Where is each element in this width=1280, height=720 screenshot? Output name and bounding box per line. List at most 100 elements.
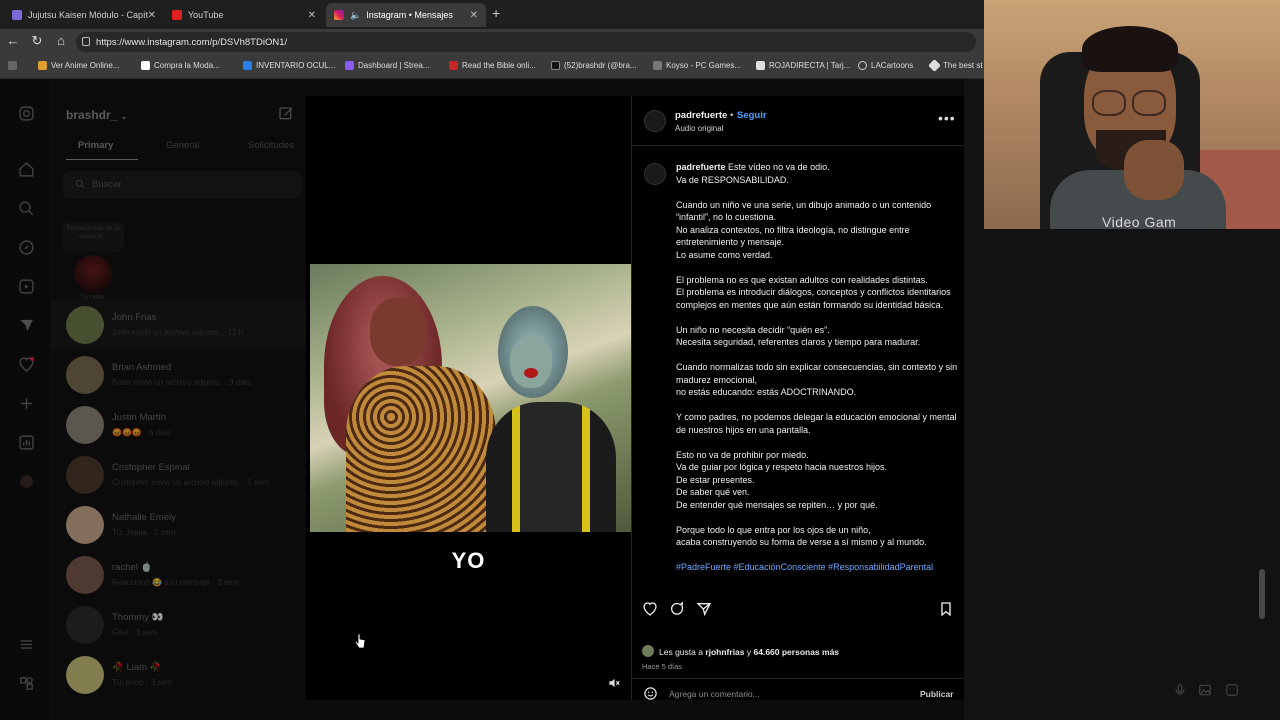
bookmark-item[interactable]: ROJADIRECTA | Tarj... — [756, 61, 850, 70]
close-tab-icon[interactable]: ✕ — [148, 10, 156, 21]
caption-line: Lo asume como verdad. — [676, 249, 773, 260]
bookmarks-menu-icon[interactable] — [8, 61, 21, 70]
webcam-person-hand — [1124, 140, 1184, 200]
video-caption: YO — [451, 548, 486, 573]
caption-line: El problema no es que existan adultos co… — [676, 274, 928, 285]
bookmark-item[interactable]: Read the Bible onli... — [449, 61, 536, 70]
more-options-icon[interactable]: ••• — [938, 110, 956, 126]
caption-line: no estás educando: estás ADOCTRINANDO. — [676, 387, 857, 397]
image-icon[interactable] — [1198, 683, 1212, 697]
avatar[interactable] — [644, 110, 666, 132]
tab-title: Instagram • Mensajes — [366, 10, 453, 20]
comment-input[interactable]: Agrega un comentario... — [669, 689, 760, 699]
bookmark-item[interactable]: (52)brashdr (@bra... — [551, 61, 637, 70]
caption-line: Porque todo lo que entra por los ojos de… — [676, 524, 871, 535]
bookmark-item[interactable]: The best st — [928, 59, 983, 72]
webcam-overlay: Video Gam — [984, 0, 1280, 229]
likes-summary[interactable]: Les gusta a rjohnfrias y 64.660 personas… — [659, 647, 839, 657]
globe-icon — [858, 61, 867, 70]
hand-cursor-icon — [354, 633, 366, 649]
caption-author[interactable]: padrefuerte — [676, 162, 726, 172]
bookmark-label: Read the Bible onli... — [462, 61, 536, 70]
bookmark-label: Compra la Moda... — [154, 61, 220, 70]
mute-icon[interactable] — [607, 676, 621, 690]
bookmarks-bar: Ver Anime Online... Compra la Moda... IN… — [0, 55, 984, 79]
shirt-text: Video Gam — [1102, 214, 1177, 229]
post-actions — [632, 597, 965, 621]
save-icon[interactable] — [938, 601, 954, 617]
character-mouth — [524, 368, 538, 378]
avatar[interactable] — [644, 163, 666, 185]
post-timestamp[interactable]: Hace 5 días — [642, 662, 682, 671]
tiktok-icon — [551, 61, 560, 70]
bookmark-item[interactable]: Ver Anime Online... — [38, 61, 119, 70]
post-author[interactable]: padrefuerte — [675, 110, 727, 121]
bookmark-favicon-icon — [345, 61, 354, 70]
tab-instagram[interactable]: 🔈 Instagram • Mensajes ✕ — [326, 3, 486, 27]
divider — [632, 145, 965, 146]
avatar[interactable] — [642, 645, 654, 657]
tab-jujutsu[interactable]: Jujutsu Kaisen Módulo - Capítulo ✕ — [4, 3, 164, 27]
divider — [632, 678, 965, 679]
like-icon[interactable] — [642, 601, 658, 617]
microphone-icon[interactable] — [1173, 683, 1187, 697]
bookmark-favicon-icon — [653, 61, 662, 70]
character-face — [370, 298, 426, 366]
url-text: https://www.instagram.com/p/DSVh8TDiON1/ — [96, 36, 288, 48]
close-tab-icon[interactable]: ✕ — [308, 10, 316, 21]
home-icon[interactable]: ⌂ — [52, 33, 70, 48]
bookmark-label: LACartoons — [871, 61, 914, 70]
caption-gap — [676, 511, 960, 524]
browser-tab-bar: Jujutsu Kaisen Módulo - Capítulo ✕ YouTu… — [0, 0, 984, 29]
character-face — [510, 336, 552, 388]
tab-title: YouTube — [188, 10, 224, 20]
reload-icon[interactable]: ↻ — [28, 33, 46, 49]
caption-line: De saber qué ven. — [676, 487, 750, 497]
bookmark-label: (52)brashdr (@bra... — [564, 61, 637, 70]
post-details: padrefuerte • Seguir Audio original ••• … — [631, 96, 965, 701]
caption-line: Este vídeo no va de odio. — [728, 162, 830, 172]
bookmark-label: Koyso - PC Games... — [666, 61, 742, 70]
caption-line: De estar presentes. — [676, 474, 755, 485]
sticker-icon[interactable] — [1225, 683, 1239, 697]
follow-button[interactable]: Seguir — [737, 110, 767, 121]
bookmark-favicon-icon — [449, 61, 458, 70]
new-tab-icon[interactable]: + — [492, 5, 500, 21]
tab-youtube[interactable]: YouTube ✕ — [164, 3, 324, 27]
audio-link[interactable]: Audio original — [675, 124, 723, 133]
close-tab-icon[interactable]: ✕ — [470, 10, 478, 21]
comment-icon[interactable] — [669, 601, 685, 617]
bookmark-item[interactable]: Koyso - PC Games... — [653, 61, 741, 70]
speaker-icon[interactable]: 🔈 — [350, 10, 361, 21]
caption-line: Va de guiar por lógica y respeto hacia n… — [676, 462, 887, 472]
bookmark-item[interactable]: Compra la Moda... — [141, 61, 220, 70]
youtube-icon — [172, 10, 182, 20]
emoji-icon[interactable] — [643, 686, 658, 701]
back-icon[interactable]: ← — [4, 33, 22, 48]
video-frame[interactable] — [310, 264, 631, 532]
glasses-icon — [1132, 90, 1166, 116]
bookmark-favicon-icon — [756, 61, 765, 70]
bookmark-label: Ver Anime Online... — [51, 61, 120, 70]
site-info-icon[interactable] — [82, 37, 90, 46]
separator-dot: • — [730, 110, 734, 121]
share-icon[interactable] — [696, 601, 712, 617]
caption-gap — [676, 349, 960, 362]
caption-line: Esto no va de prohibir por miedo. — [676, 449, 809, 460]
publish-button[interactable]: Publicar — [920, 689, 954, 699]
instagram-icon — [334, 10, 344, 20]
scrollbar[interactable] — [1259, 569, 1265, 619]
bookmark-label: Dashboard | Strea... — [358, 61, 430, 70]
bookmark-item[interactable]: INVENTARIO OCUL... — [243, 61, 335, 70]
caption-line: Cuando normalizas todo sin explicar cons… — [676, 362, 958, 385]
caption-line: Un niño no necesita decidir “quién es”. — [676, 324, 830, 335]
bookmark-favicon-icon — [243, 61, 252, 70]
tab-title: Jujutsu Kaisen Módulo - Capítulo — [28, 10, 148, 20]
modal-overlay[interactable] — [0, 79, 306, 720]
url-field[interactable]: https://www.instagram.com/p/DSVh8TDiON1/ — [76, 32, 976, 52]
post-media[interactable]: YO — [306, 96, 631, 700]
bookmark-item[interactable]: Dashboard | Strea... — [345, 61, 429, 70]
bookmark-favicon-icon — [141, 61, 150, 70]
bookmark-item[interactable]: LACartoons — [858, 61, 913, 70]
hashtags[interactable]: #PadreFuerte #EducaciónConsciente #Respo… — [676, 561, 960, 574]
